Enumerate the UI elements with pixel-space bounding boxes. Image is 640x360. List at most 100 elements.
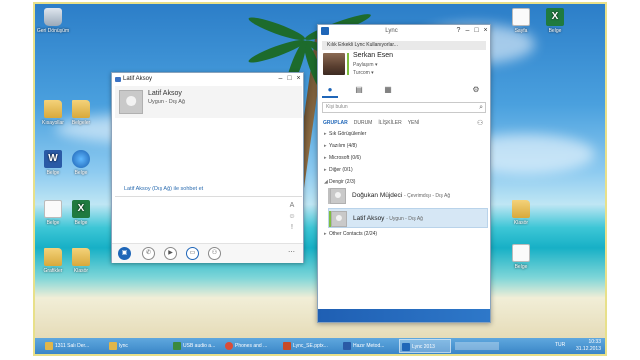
priority-icon[interactable]: ! — [287, 222, 297, 233]
minimize-button[interactable]: – — [463, 26, 472, 36]
chat-contact-header: Latif Aksoy Uygun - Dış Ağ — [115, 86, 302, 118]
group-other-contacts[interactable]: ▸ Other Contacts (2/24) — [324, 231, 377, 237]
clock-time: 10:33 — [588, 339, 601, 345]
taskbar-item[interactable]: 1311 Salı Der... — [43, 339, 105, 353]
chat-window: Latif Aksoy – □ × Latif Aksoy Uygun - Dı… — [111, 72, 304, 263]
contact-search-input[interactable]: Kişi bulun ⌕ — [322, 102, 486, 113]
taskbar-item[interactable]: Phones and ... — [223, 339, 279, 353]
personal-note-field[interactable]: Kılık Erkekli Lync Kullanıyorlar... — [322, 41, 486, 50]
lync-main-tabs: ● ▤ ▦ ⚙ — [318, 83, 490, 98]
maximize-button[interactable]: □ — [285, 74, 294, 84]
contact-name: Doğukan Müjdeci — [352, 192, 403, 199]
people-button[interactable]: ⚇ — [208, 247, 221, 260]
minimize-button[interactable]: – — [276, 74, 285, 84]
document-icon — [512, 244, 530, 262]
add-contact-icon[interactable]: ⚇ — [477, 119, 483, 127]
share-icon: ▭ — [189, 250, 196, 256]
contact-item[interactable]: Doğukan Müjdeci - Çevrimdışı - Dış Ağ — [328, 186, 488, 206]
emoticon-icon[interactable]: ☺ — [287, 211, 297, 222]
word-document-icon: W — [44, 150, 62, 168]
taskbar-item[interactable]: USB audio a... — [171, 339, 227, 353]
desktop-icon-folder[interactable]: Belgeler — [61, 100, 101, 126]
folder-icon — [109, 342, 117, 350]
folder-icon — [512, 200, 530, 218]
lync-window-title: Lync — [385, 28, 398, 34]
share-button[interactable]: ▭ — [186, 247, 199, 260]
user-location-dropdown[interactable]: Turcom ▾ — [353, 70, 374, 76]
more-options-icon[interactable]: ⋯ — [288, 248, 295, 256]
maximize-button[interactable]: □ — [472, 26, 481, 36]
contact-name[interactable]: Latif Aksoy — [148, 90, 182, 97]
dialpad-icon: ▦ — [384, 85, 392, 94]
group-frequent[interactable]: ▸ Sık Görüşülenler — [324, 131, 366, 137]
contact-avatar — [331, 211, 347, 227]
contact-avatar[interactable] — [119, 90, 143, 114]
lync-titlebar: Lync ? – □ × — [318, 25, 490, 37]
document-icon — [512, 8, 530, 26]
group-software[interactable]: ▸ Yazılım (4/8) — [324, 143, 357, 149]
im-button[interactable]: ▣ — [118, 247, 131, 260]
taskbar-item[interactable]: lync — [107, 339, 169, 353]
chat-window-title: Latif Aksoy — [123, 76, 153, 82]
user-photo[interactable] — [323, 53, 345, 75]
language-indicator[interactable]: TUR — [555, 342, 565, 348]
tab-status[interactable]: DURUM — [354, 120, 373, 126]
lync-chat-icon — [115, 76, 121, 82]
chat-toolbar: ▣ ✆ ▶ ▭ ⚇ ⋯ — [112, 243, 303, 263]
im-icon: ▣ — [121, 250, 128, 256]
tab-phone[interactable]: ▦ — [382, 85, 394, 95]
taskbar-item[interactable]: Hazır Metod... — [341, 339, 397, 353]
tab-contacts[interactable]: ● — [324, 85, 336, 95]
help-button[interactable]: ? — [454, 26, 463, 36]
search-icon: ⌕ — [479, 104, 483, 111]
phone-button[interactable]: ✆ — [142, 247, 155, 260]
contact-name: Latif Aksoy — [353, 215, 385, 222]
group-dengir[interactable]: ◢Dengir (2/3) — [324, 179, 355, 185]
desktop-icon-document[interactable]: Belge — [501, 244, 541, 270]
desktop-icon-app[interactable]: Belge — [61, 150, 101, 176]
tab-groups[interactable]: GRUPLAR — [323, 120, 348, 126]
font-icon[interactable]: A — [287, 200, 297, 211]
group-other[interactable]: ▸ Diğer (0/1) — [324, 167, 353, 173]
people-icon: ⚇ — [211, 250, 218, 256]
contacts-icon: ● — [327, 85, 333, 94]
contact-avatar — [330, 188, 346, 204]
tab-new[interactable]: YENİ — [408, 120, 420, 126]
chat-titlebar: Latif Aksoy – □ × — [112, 73, 303, 85]
desktop-icon-folder[interactable]: Klasör — [61, 248, 101, 274]
folder-icon — [44, 248, 62, 266]
desktop-icon-excel-document[interactable]: X Belge — [535, 8, 575, 34]
taskbar-item-active[interactable]: Lync 2013 — [399, 339, 451, 353]
taskbar-item[interactable]: Lync_SE.pptx... — [281, 339, 339, 353]
conversation-link[interactable]: Latif Aksoy (Dış Ağ) ile sohbet et — [124, 186, 203, 192]
close-button[interactable]: × — [481, 26, 490, 36]
conversation-area — [115, 119, 302, 190]
input-side-tools: A ☺ ! — [287, 200, 297, 233]
excel-document-icon: X — [72, 200, 90, 218]
document-icon — [44, 200, 62, 218]
tab-conversations[interactable]: ▤ — [353, 85, 365, 95]
desktop-icon-recycle-bin[interactable]: Geri Dönüşüm — [35, 8, 73, 34]
video-icon: ▶ — [168, 250, 173, 256]
contact-item-selected[interactable]: Latif Aksoy - Uygun - Dış Ağ — [328, 208, 488, 228]
options-menu[interactable]: ⚙ — [470, 85, 482, 95]
desktop-icon-folder[interactable]: Klasör — [501, 200, 541, 226]
close-button[interactable]: × — [294, 74, 303, 84]
powerpoint-icon — [283, 342, 291, 350]
presence-indicator — [347, 53, 349, 75]
tray-icons[interactable] — [455, 342, 499, 350]
search-placeholder: Kişi bulun — [326, 104, 348, 110]
message-input[interactable]: A ☺ ! — [115, 196, 302, 243]
tab-relationships[interactable]: İLİŞKİLER — [378, 120, 401, 126]
clock[interactable]: 10:33 31.12.2013 — [576, 339, 601, 353]
desktop-icon-excel-document[interactable]: X Belge — [61, 200, 101, 226]
folder-icon — [72, 100, 90, 118]
conversations-icon: ▤ — [355, 85, 363, 94]
app-icon — [173, 342, 181, 350]
folder-icon — [45, 342, 53, 350]
contact-status: - Çevrimdışı - Dış Ağ — [404, 193, 451, 199]
user-sharing-dropdown[interactable]: Paylaşım ▾ — [353, 62, 377, 68]
video-button[interactable]: ▶ — [164, 247, 177, 260]
taskbar: 1311 Salı Der... lync USB audio a... Pho… — [35, 338, 605, 354]
group-microsoft[interactable]: ▸ Microsoft (0/6) — [324, 155, 361, 161]
